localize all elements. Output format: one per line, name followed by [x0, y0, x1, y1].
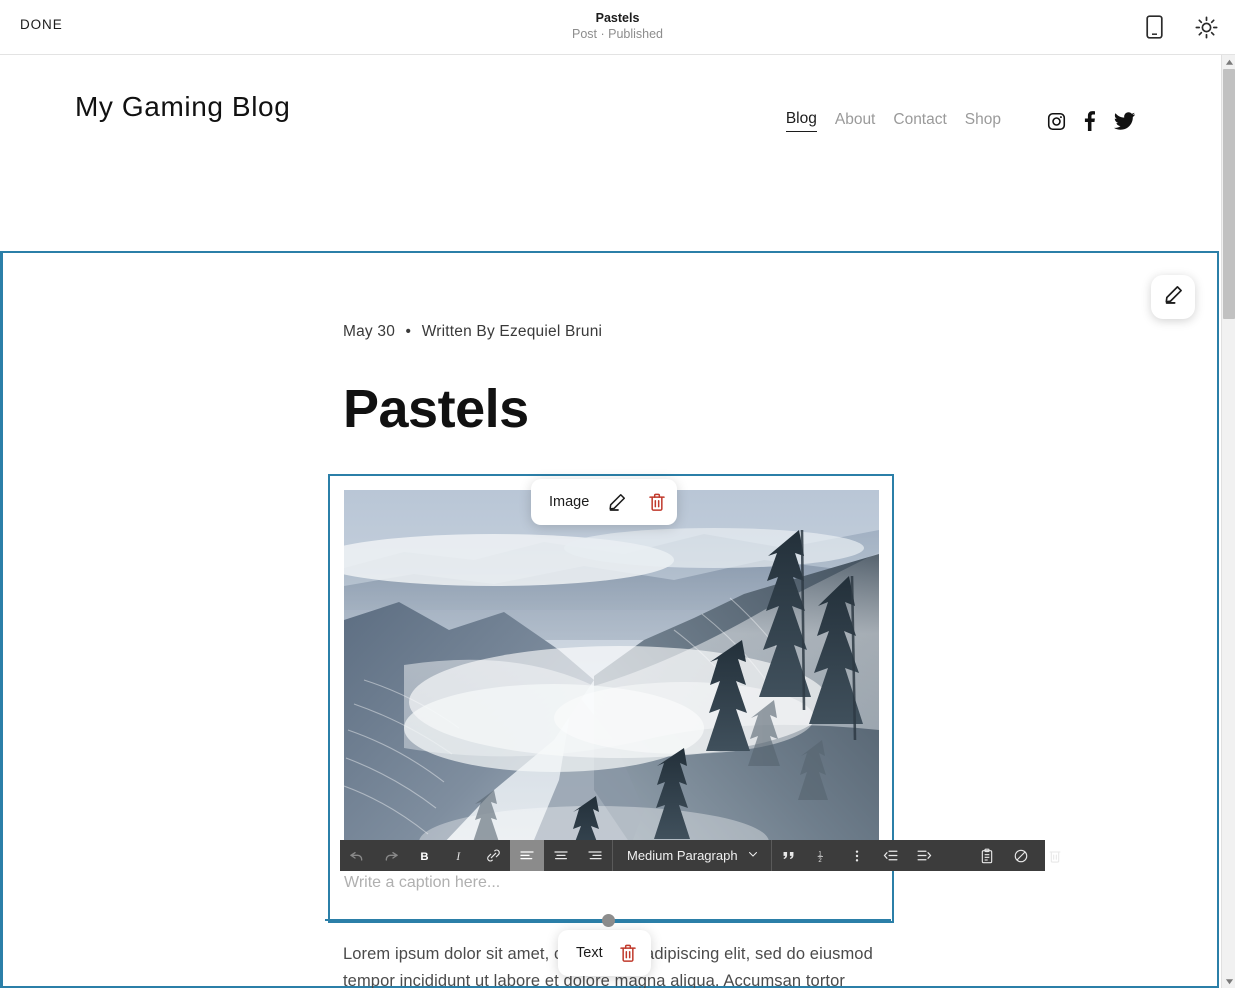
post-title[interactable]: Pastels [343, 378, 529, 440]
link-icon[interactable] [476, 840, 510, 871]
mobile-preview-icon[interactable] [1139, 12, 1169, 42]
instagram-icon[interactable] [1047, 112, 1066, 131]
nav-item-shop[interactable]: Shop [965, 111, 1001, 132]
align-center-icon[interactable] [544, 840, 578, 871]
clear-formatting-icon[interactable] [1004, 840, 1038, 871]
indent-icon[interactable] [908, 840, 942, 871]
edit-section-button[interactable] [1151, 275, 1195, 319]
facebook-icon[interactable] [1084, 111, 1096, 131]
italic-icon[interactable]: I [442, 840, 476, 871]
rich-text-toolbar: B I Medium Paragraph 1 2 [340, 840, 1060, 871]
post-byline: May 30 • Written By Ezequiel Bruni [343, 323, 602, 341]
paragraph-format-select[interactable]: Medium Paragraph [613, 840, 771, 871]
scroll-up-button[interactable] [1222, 55, 1235, 69]
block-drag-handle[interactable] [602, 914, 615, 927]
nav-item-blog[interactable]: Blog [785, 110, 817, 132]
byline-separator: • [405, 323, 412, 340]
pencil-icon[interactable] [597, 479, 637, 525]
paragraph-format-value: Medium Paragraph [627, 848, 738, 863]
post-date: May 30 [343, 323, 396, 340]
post-author: Written By Ezequiel Bruni [421, 323, 603, 340]
nav-item-about[interactable]: About [835, 111, 876, 132]
numbered-list-icon[interactable]: 1 2 [806, 840, 840, 871]
redo-icon[interactable] [374, 840, 408, 871]
image-block-label: Image [549, 494, 590, 510]
text-block-toolbar: Text [558, 930, 651, 976]
undo-icon[interactable] [340, 840, 374, 871]
social-links [1047, 111, 1135, 131]
align-left-icon[interactable] [510, 840, 544, 871]
paste-icon[interactable] [970, 840, 1004, 871]
svg-text:I: I [455, 851, 461, 863]
twitter-icon[interactable] [1114, 112, 1135, 130]
done-button[interactable]: DONE [20, 17, 63, 32]
nav-item-contact[interactable]: Contact [893, 111, 946, 132]
outdent-icon[interactable] [874, 840, 908, 871]
scrollbar-thumb[interactable] [1223, 69, 1235, 319]
site-header: My Gaming Blog Blog About Contact Shop [0, 55, 1221, 196]
editor-top-bar: DONE Pastels Post · Published [0, 0, 1235, 55]
svg-text:B: B [420, 851, 428, 863]
scroll-down-button[interactable] [1222, 974, 1235, 988]
post-image[interactable] [344, 490, 879, 864]
image-caption-input[interactable]: Write a caption here... [344, 874, 500, 892]
gear-icon[interactable] [1191, 12, 1221, 42]
vertical-scrollbar[interactable] [1221, 55, 1235, 988]
editor-bar-actions [1139, 12, 1221, 42]
align-right-icon[interactable] [578, 840, 612, 871]
snowy-mountain-photo [344, 490, 879, 864]
svg-text:2: 2 [818, 858, 822, 864]
delete-icon[interactable] [1038, 840, 1072, 871]
pencil-icon [1163, 284, 1184, 310]
text-block-label: Text [576, 945, 603, 961]
image-block-toolbar: Image [531, 479, 678, 525]
site-logo-title[interactable]: My Gaming Blog [75, 91, 290, 123]
document-status: Post · Published [571, 27, 664, 41]
document-title-group: Pastels Post · Published [0, 10, 1235, 43]
blockquote-icon[interactable] [772, 840, 806, 871]
site-navigation: Blog About Contact Shop [785, 110, 1135, 132]
bulleted-list-icon[interactable] [840, 840, 874, 871]
trash-icon[interactable] [637, 479, 677, 525]
trash-icon[interactable] [611, 930, 651, 976]
page-section-selected[interactable]: May 30 • Written By Ezequiel Bruni Paste… [0, 251, 1219, 988]
chevron-down-icon [747, 848, 759, 863]
document-title: Pastels [595, 11, 640, 25]
site-preview-canvas: My Gaming Blog Blog About Contact Shop M… [0, 55, 1221, 988]
bold-icon[interactable]: B [408, 840, 442, 871]
